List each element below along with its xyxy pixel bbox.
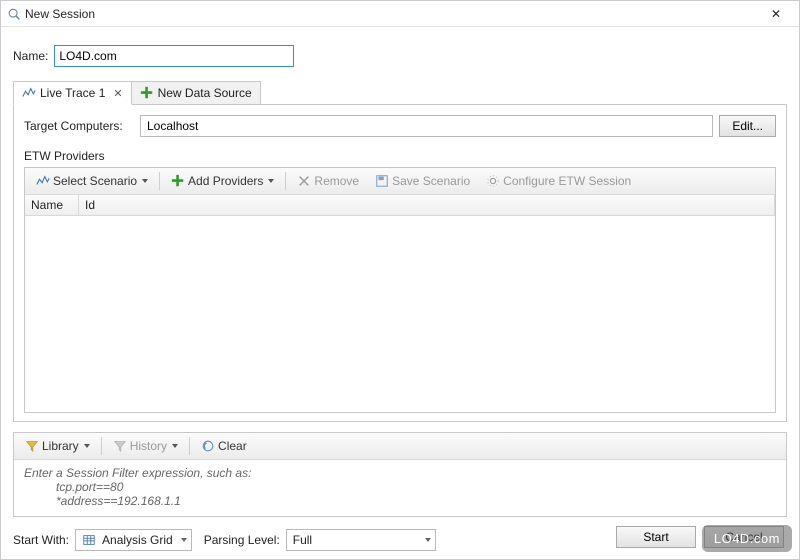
configure-etw-label: Configure ETW Session — [503, 174, 631, 188]
grid-col-name[interactable]: Name — [25, 195, 79, 215]
chevron-down-icon — [181, 538, 187, 542]
dialog-buttons: Start Cancel — [616, 526, 784, 548]
remove-provider-button[interactable]: Remove — [290, 171, 366, 191]
history-button[interactable]: History — [106, 436, 185, 456]
funnel-icon — [113, 439, 127, 453]
filter-hint-example2: *address==192.168.1.1 — [56, 494, 776, 508]
tab-body: Target Computers: Edit... ETW Providers … — [13, 104, 787, 422]
toolbar-separator — [285, 172, 286, 190]
name-label: Name: — [13, 49, 48, 63]
start-button[interactable]: Start — [616, 526, 696, 548]
clear-filter-label: Clear — [218, 439, 247, 453]
start-with-value: Analysis Grid — [102, 533, 173, 547]
toolbar-separator — [189, 437, 190, 455]
etw-providers-box: Select Scenario Add Providers — [24, 167, 776, 413]
add-providers-button[interactable]: Add Providers — [164, 171, 281, 191]
chevron-down-icon — [84, 444, 90, 448]
clear-icon — [201, 439, 215, 453]
chevron-down-icon — [268, 179, 274, 183]
funnel-icon — [25, 439, 39, 453]
tabs-row: Live Trace 1 ✕ New Data Source — [13, 81, 787, 105]
window-title: New Session — [25, 7, 95, 21]
select-scenario-button[interactable]: Select Scenario — [29, 171, 155, 191]
plus-icon — [171, 174, 185, 188]
new-session-dialog: New Session ✕ Name: Live Trace 1 ✕ — [0, 0, 800, 560]
chevron-down-icon — [172, 444, 178, 448]
toolbar-separator — [101, 437, 102, 455]
save-scenario-button[interactable]: Save Scenario — [368, 171, 477, 191]
grid-col-id[interactable]: Id — [79, 195, 775, 215]
add-providers-label: Add Providers — [188, 174, 263, 188]
filter-toolbar: Library History Clear — [14, 433, 786, 460]
parsing-level-value: Full — [293, 533, 312, 547]
save-icon — [375, 174, 389, 188]
plus-icon — [140, 86, 154, 100]
scenario-icon — [36, 174, 50, 188]
window-close-button[interactable]: ✕ — [759, 4, 793, 24]
session-icon — [7, 7, 21, 21]
target-computers-input[interactable] — [140, 115, 713, 137]
target-computers-row: Target Computers: Edit... — [24, 115, 776, 137]
name-row: Name: — [13, 45, 787, 67]
new-data-source-tab[interactable]: New Data Source — [131, 81, 261, 105]
trace-icon — [22, 86, 36, 100]
providers-grid-body — [25, 216, 775, 412]
gear-icon — [486, 174, 500, 188]
parsing-level-label: Parsing Level: — [204, 533, 280, 547]
tab-close-button[interactable]: ✕ — [113, 87, 122, 100]
chevron-down-icon — [142, 179, 148, 183]
window-title-wrap: New Session — [7, 7, 759, 21]
configure-etw-button[interactable]: Configure ETW Session — [479, 171, 638, 191]
parsing-level-select[interactable]: Full — [286, 529, 436, 551]
client-area: Name: Live Trace 1 ✕ New Data Source — [1, 27, 799, 559]
tab-label: Live Trace 1 — [40, 86, 105, 100]
tab-live-trace-1[interactable]: Live Trace 1 ✕ — [13, 81, 132, 105]
chevron-down-icon — [425, 538, 431, 542]
start-with-select[interactable]: Analysis Grid — [75, 529, 192, 551]
filter-expression-input[interactable]: Enter a Session Filter expression, such … — [14, 460, 786, 516]
library-button[interactable]: Library — [18, 436, 97, 456]
select-scenario-label: Select Scenario — [53, 174, 137, 188]
clear-filter-button[interactable]: Clear — [194, 436, 254, 456]
target-computers-label: Target Computers: — [24, 119, 134, 133]
cancel-button[interactable]: Cancel — [704, 526, 784, 548]
save-scenario-label: Save Scenario — [392, 174, 470, 188]
grid-icon — [82, 533, 96, 547]
new-data-source-label: New Data Source — [158, 86, 252, 100]
edit-target-button[interactable]: Edit... — [719, 115, 776, 137]
filter-panel: Library History Clear — [13, 432, 787, 517]
etw-providers-label: ETW Providers — [24, 149, 776, 163]
library-label: Library — [42, 439, 79, 453]
session-name-input[interactable] — [54, 45, 294, 67]
toolbar-separator — [159, 172, 160, 190]
remove-icon — [297, 174, 311, 188]
close-icon: ✕ — [771, 7, 781, 21]
providers-grid-header: Name Id — [25, 195, 775, 216]
filter-hint-example1: tcp.port==80 — [56, 480, 776, 494]
titlebar: New Session ✕ — [1, 1, 799, 27]
remove-provider-label: Remove — [314, 174, 359, 188]
etw-toolbar: Select Scenario Add Providers — [25, 168, 775, 195]
filter-hint-line1: Enter a Session Filter expression, such … — [24, 466, 251, 480]
history-label: History — [130, 439, 167, 453]
start-with-label: Start With: — [13, 533, 69, 547]
